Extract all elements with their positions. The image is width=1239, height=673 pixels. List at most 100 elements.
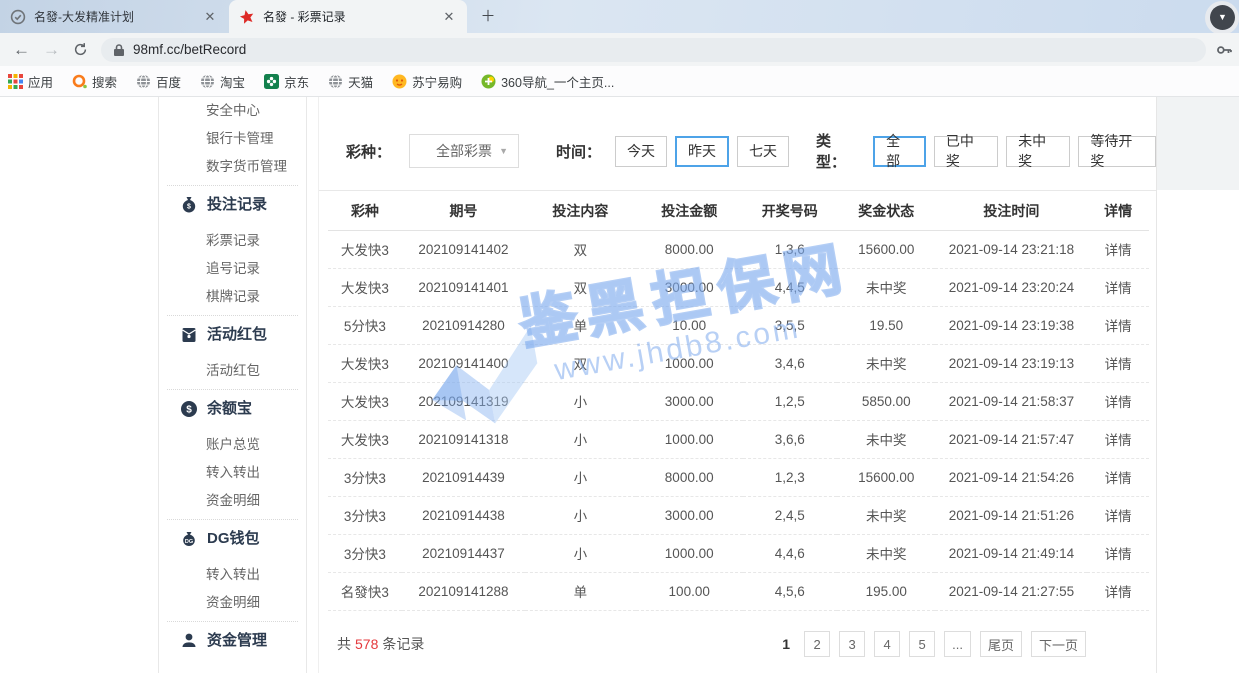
sidebar-section-activity-red-packet[interactable]: 活动红包 (159, 320, 306, 350)
forward-icon[interactable]: → (43, 40, 60, 60)
col-content: 投注内容 (525, 192, 636, 230)
type-all-button[interactable]: 全部 (873, 136, 926, 167)
page-button-2[interactable]: 2 (804, 631, 830, 657)
bookmark-360nav[interactable]: 360导航_一个主页... (481, 72, 614, 91)
sidebar-section-funds-management[interactable]: 资金管理 (159, 626, 306, 656)
sidebar-item-funds-detail[interactable]: 资金明细 (159, 487, 306, 515)
sidebar-item-activity-red-packet[interactable]: 活动红包 (159, 357, 306, 385)
detail-link[interactable]: 详情 (1087, 230, 1149, 268)
table-row: 3分快3 20210914437 小 1000.00 4,4,6 未中奖 202… (328, 534, 1149, 572)
browser-menu-button[interactable]: ▼ (1210, 5, 1235, 30)
detail-link[interactable]: 详情 (1087, 268, 1149, 306)
cell-lottery[interactable]: 大发快3 (328, 382, 402, 420)
sidebar-section-bet-records[interactable]: $ 投注记录 (159, 190, 306, 220)
tab-title: 名發-大发精准计划 (34, 8, 194, 25)
sidebar: 安全中心 银行卡管理 数字货币管理 $ 投注记录 彩票记录 追号记录 棋牌记录 … (158, 97, 307, 673)
sidebar-item-board-game-records[interactable]: 棋牌记录 (159, 283, 306, 311)
sidebar-item-transfer-in-out[interactable]: 转入转出 (159, 459, 306, 487)
detail-link[interactable]: 详情 (1087, 496, 1149, 534)
sidebar-item-dg-funds-detail[interactable]: 资金明细 (159, 589, 306, 617)
cell-time: 2021-09-14 21:58:37 (935, 382, 1087, 420)
table-row: 大发快3 202109141402 双 8000.00 1,3,6 15600.… (328, 230, 1149, 268)
table-row: 名發快3 202109141288 单 100.00 4,5,6 195.00 … (328, 572, 1149, 610)
reload-icon[interactable] (73, 42, 88, 57)
cell-status: 未中奖 (837, 534, 936, 572)
type-lost-button[interactable]: 未中奖 (1006, 136, 1070, 167)
detail-link[interactable]: 详情 (1087, 306, 1149, 344)
jd-flower-icon (264, 74, 279, 89)
detail-link[interactable]: 详情 (1087, 344, 1149, 382)
time-yesterday-button[interactable]: 昨天 (675, 136, 729, 167)
address-bar[interactable]: 98mf.cc/betRecord (101, 38, 1206, 62)
new-tab-button[interactable]: ＋ (478, 7, 498, 27)
sidebar-section-yuebao[interactable]: $ 余额宝 (159, 394, 306, 424)
tab-plan[interactable]: 名發-大发精准计划 ✕ (0, 0, 228, 33)
sidebar-item-digital-currency[interactable]: 数字货币管理 (159, 153, 306, 181)
url-text: 98mf.cc/betRecord (133, 42, 246, 57)
type-pending-button[interactable]: 等待开奖 (1078, 136, 1156, 167)
detail-link[interactable]: 详情 (1087, 382, 1149, 420)
detail-link[interactable]: 详情 (1087, 420, 1149, 458)
cell-time: 2021-09-14 23:20:24 (935, 268, 1087, 306)
cell-time: 2021-09-14 23:21:18 (935, 230, 1087, 268)
page-button-5[interactable]: 5 (909, 631, 935, 657)
cell-lottery[interactable]: 3分快3 (328, 534, 402, 572)
svg-text:DG: DG (185, 539, 193, 545)
cell-numbers: 3,4,6 (743, 344, 837, 382)
time-seven-days-button[interactable]: 七天 (737, 136, 789, 167)
bookmark-jd[interactable]: 京东 (264, 72, 309, 91)
cell-time: 2021-09-14 21:54:26 (935, 458, 1087, 496)
cell-numbers: 2,4,5 (743, 496, 837, 534)
cell-issue: 202109141401 (402, 268, 525, 306)
sidebar-item-lottery-records[interactable]: 彩票记录 (159, 227, 306, 255)
cell-lottery[interactable]: 名發快3 (328, 572, 402, 610)
cell-amount: 8000.00 (636, 230, 743, 268)
type-won-button[interactable]: 已中奖 (934, 136, 998, 167)
sidebar-divider (167, 389, 298, 390)
cell-status: 15600.00 (837, 458, 936, 496)
page-button-4[interactable]: 4 (874, 631, 900, 657)
last-page-button[interactable]: 尾页 (980, 631, 1022, 657)
bookmark-search[interactable]: 搜索 (72, 72, 117, 91)
cell-numbers: 4,5,6 (743, 572, 837, 610)
cell-status: 未中奖 (837, 344, 936, 382)
cell-lottery[interactable]: 3分快3 (328, 458, 402, 496)
cell-time: 2021-09-14 21:57:47 (935, 420, 1087, 458)
cell-numbers: 3,6,6 (743, 420, 837, 458)
cell-lottery[interactable]: 5分快3 (328, 306, 402, 344)
sidebar-item-dg-transfer[interactable]: 转入转出 (159, 561, 306, 589)
sidebar-item-security-center[interactable]: 安全中心 (159, 97, 306, 125)
chevron-down-icon: ▼ (499, 146, 508, 156)
cell-lottery[interactable]: 3分快3 (328, 496, 402, 534)
next-page-button[interactable]: 下一页 (1031, 631, 1086, 657)
bookmark-suning[interactable]: 苏宁易购 (392, 72, 462, 91)
cell-lottery[interactable]: 大发快3 (328, 420, 402, 458)
sidebar-item-account-overview[interactable]: 账户总览 (159, 431, 306, 459)
cell-content: 单 (525, 572, 636, 610)
sidebar-section-label: 余额宝 (207, 394, 252, 424)
bookmark-taobao[interactable]: 淘宝 (200, 72, 245, 91)
detail-link[interactable]: 详情 (1087, 572, 1149, 610)
cell-lottery[interactable]: 大发快3 (328, 230, 402, 268)
table-row: 3分快3 20210914439 小 8000.00 1,2,3 15600.0… (328, 458, 1149, 496)
sidebar-item-bank-card[interactable]: 银行卡管理 (159, 125, 306, 153)
detail-link[interactable]: 详情 (1087, 458, 1149, 496)
sidebar-section-dg-wallet[interactable]: DG DG钱包 (159, 524, 306, 554)
tab-close-icon[interactable]: ✕ (441, 9, 457, 25)
page-ellipsis-button[interactable]: ... (944, 631, 971, 657)
sidebar-item-chase-records[interactable]: 追号记录 (159, 255, 306, 283)
tab-close-icon[interactable]: ✕ (202, 9, 218, 25)
tab-bet-record[interactable]: 名發 - 彩票记录 ✕ (229, 0, 467, 33)
bookmark-apps[interactable]: 应用 (8, 72, 53, 91)
bookmark-baidu[interactable]: 百度 (136, 72, 181, 91)
detail-link[interactable]: 详情 (1087, 534, 1149, 572)
page-button-3[interactable]: 3 (839, 631, 865, 657)
bookmark-tmall[interactable]: 天猫 (328, 72, 373, 91)
cell-amount: 100.00 (636, 572, 743, 610)
back-icon[interactable]: ← (13, 40, 30, 60)
time-today-button[interactable]: 今天 (615, 136, 667, 167)
cell-lottery[interactable]: 大发快3 (328, 344, 402, 382)
lottery-select[interactable]: 全部彩票 ▼ (409, 134, 519, 168)
key-icon[interactable] (1215, 41, 1233, 59)
cell-lottery[interactable]: 大发快3 (328, 268, 402, 306)
